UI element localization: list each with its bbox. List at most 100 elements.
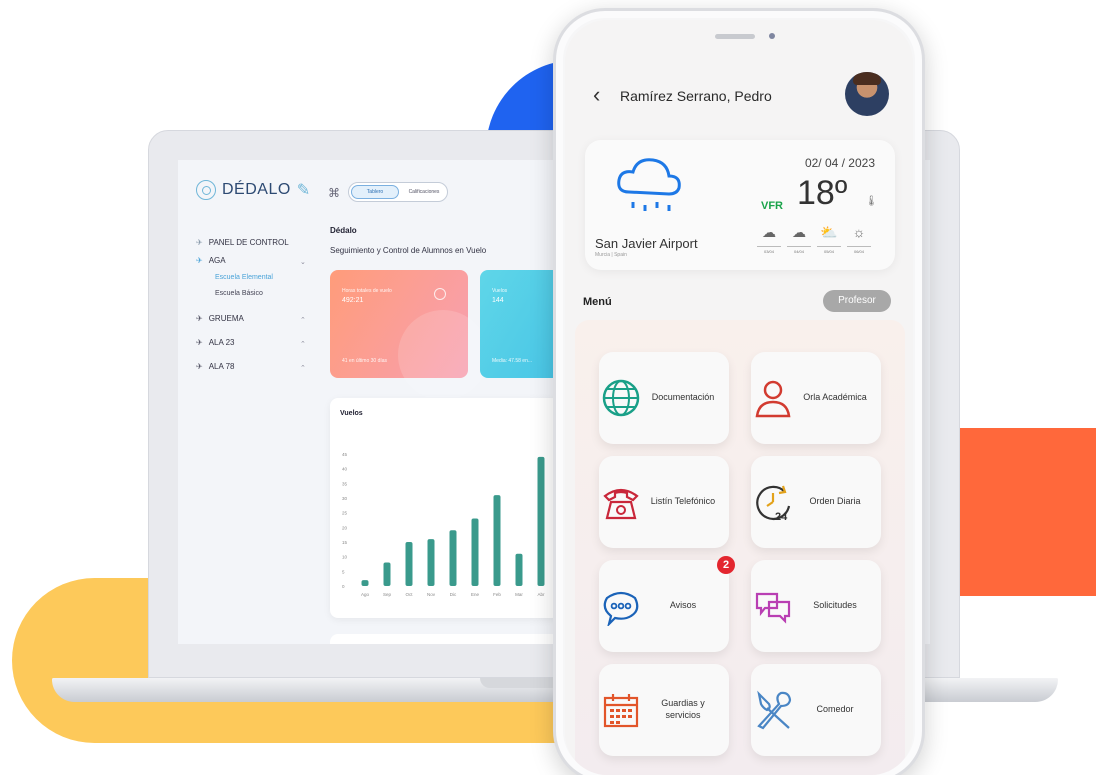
grid-icon[interactable]: ⌘: [328, 186, 340, 200]
bar-mar[interactable]: [515, 553, 523, 586]
tile-label: Documentación: [651, 392, 715, 403]
tile-label: Solicitudes: [813, 600, 857, 611]
back-arrow-icon[interactable]: ‹: [593, 84, 600, 106]
wind-cloud-icon: ☁: [792, 224, 806, 240]
y-tick-label: 15: [342, 540, 348, 545]
svg-text:24: 24: [775, 511, 788, 522]
calendar-icon: [599, 690, 643, 730]
avatar[interactable]: [845, 72, 889, 116]
app-title: Dédalo: [330, 226, 357, 235]
dedalo-logo[interactable]: DÉDALO ✎: [196, 180, 311, 200]
stage: DÉDALO ✎ ⌘ Tablero Calificaciones ✈ PANE…: [0, 0, 1096, 775]
forecast-date: 03/04: [757, 246, 781, 254]
y-tick-label: 30: [342, 496, 348, 501]
temperature: 18º: [797, 174, 848, 212]
y-tick-label: 25: [342, 511, 348, 516]
sidebar-item-aga[interactable]: ✈ AGA: [196, 256, 226, 265]
chevron-up-icon[interactable]: ⌃: [300, 364, 306, 372]
phone-speaker: [715, 34, 755, 39]
flights-chart-card: Vuelos 0 5 10 15 20 25 30 35 40 45 Ago Sep Oct Nov Dic…: [330, 398, 560, 618]
phone-icon: [599, 482, 643, 522]
role-badge[interactable]: Profesor: [823, 290, 891, 312]
forecast-day: ☼ 06/04: [847, 224, 871, 254]
forecast-date: 04/04: [787, 246, 811, 254]
tile-documentacion[interactable]: Documentación: [599, 352, 729, 444]
flights-bar-chart: 0 5 10 15 20 25 30 35 40 45 Ago Sep Oct Nov Dic Ene Feb M…: [342, 452, 545, 597]
vfr-status: VFR: [761, 200, 783, 212]
tab-tablero[interactable]: Tablero: [351, 185, 399, 199]
x-tick-label: Nov: [427, 592, 436, 597]
x-tick-label: Sep: [383, 592, 392, 597]
x-tick-label: Mar: [515, 592, 523, 597]
jet-icon: ✈: [196, 338, 203, 347]
sidebar-item-label: AGA: [208, 256, 226, 265]
sidebar-sub-escuela-elemental[interactable]: Escuela Elemental: [215, 274, 273, 281]
y-tick-label: 45: [342, 452, 348, 457]
forecast-day: ⛅ 05/04: [817, 224, 841, 254]
bar-feb[interactable]: [493, 495, 501, 586]
tile-comedor[interactable]: Comedor: [751, 664, 881, 756]
y-tick-label: 40: [342, 467, 348, 472]
clock-icon: [434, 288, 446, 300]
sidebar-item-ala23[interactable]: ✈ ALA 23: [196, 338, 235, 347]
y-tick-label: 10: [342, 555, 348, 560]
bar-sep[interactable]: [383, 562, 391, 586]
thermometer-icon: 🌡: [865, 196, 878, 207]
forecast-date: 06/04: [847, 246, 871, 254]
forecast-day: ☁ 03/04: [757, 224, 781, 254]
y-tick-label: 5: [342, 569, 345, 574]
sidebar-item-gruema[interactable]: ✈ GRUEMA: [196, 314, 244, 323]
utensils-icon: [751, 690, 795, 730]
forecast-day: ☁ 04/04: [787, 224, 811, 254]
tab-calificaciones[interactable]: Calificaciones: [401, 189, 447, 195]
globe-icon: [599, 378, 643, 418]
tile-listin-telefonico[interactable]: Listín Telefónico: [599, 456, 729, 548]
forecast-row: ☁ 03/04 ☁ 04/04 ⛅ 05/04 ☼ 06/04: [757, 224, 871, 254]
chevron-down-icon[interactable]: ⌄: [300, 258, 306, 266]
sidebar-item-label: GRUEMA: [208, 314, 244, 323]
notification-badge: 2: [717, 556, 735, 574]
tile-orden-diaria[interactable]: 24 Orden Diaria: [751, 456, 881, 548]
sidebar-item-ala78[interactable]: ✈ ALA 78: [196, 362, 235, 371]
kpi-footer: 41 en último 30 días: [342, 358, 388, 364]
aircraft-icon: ✈: [196, 256, 203, 265]
bar-dic[interactable]: [449, 530, 457, 586]
chat-bubble-icon: [599, 586, 643, 626]
tile-orla-academica[interactable]: Orla Académica: [751, 352, 881, 444]
tile-label: Guardias y servicios: [661, 698, 705, 720]
app-subtitle: Seguimiento y Control de Alumnos en Vuel…: [330, 246, 487, 255]
y-tick-label: 20: [342, 525, 348, 530]
x-tick-label: Dic: [450, 592, 457, 597]
tile-label: Listín Telefónico: [650, 496, 716, 507]
sidebar-item-panel[interactable]: ✈ PANEL DE CONTROL: [196, 238, 289, 247]
bar-nov[interactable]: [427, 539, 435, 586]
chat-requests-icon: [751, 586, 795, 626]
tile-avisos[interactable]: Avisos: [599, 560, 729, 652]
sidebar-item-label: ALA 23: [208, 338, 235, 347]
next-card: [330, 634, 560, 644]
x-tick-label: Abr: [537, 592, 545, 597]
kpi-flight-hours-card[interactable]: Horas totales de vuelo 492:21 41 en últi…: [330, 270, 488, 400]
sidebar-sub-escuela-basico[interactable]: Escuela Básico: [215, 290, 263, 297]
bar-ene[interactable]: [471, 518, 479, 586]
sun-rain-icon: ⛅: [820, 224, 838, 240]
phone-camera: [769, 33, 775, 39]
plane-icon: ✈: [196, 362, 203, 371]
control-panel-icon: ✈: [196, 238, 203, 247]
tile-guardias-servicios[interactable]: Guardias y servicios: [599, 664, 729, 756]
phone-screen: ‹ Ramírez Serrano, Pedro 02/ 04 / 2023 V…: [565, 20, 913, 775]
chevron-up-icon[interactable]: ⌃: [300, 316, 306, 324]
kpi-bubble-decor: [398, 310, 488, 400]
bar-oct[interactable]: [405, 542, 413, 586]
chevron-up-icon[interactable]: ⌃: [300, 340, 306, 348]
airport-name: San Javier Airport: [595, 236, 698, 251]
tile-label: Orden Diaria: [809, 496, 861, 507]
bar-abr[interactable]: [537, 456, 545, 586]
tile-solicitudes[interactable]: Solicitudes: [751, 560, 881, 652]
x-tick-label: Ene: [471, 592, 480, 597]
view-toggle[interactable]: Tablero Calificaciones: [348, 182, 448, 202]
bar-ago[interactable]: [361, 580, 369, 586]
weather-card: 02/ 04 / 2023 VFR 18º 🌡 San Javier Airpo…: [585, 140, 895, 270]
sidebar-item-label: PANEL DE CONTROL: [208, 238, 289, 247]
tile-label: Comedor: [816, 704, 854, 715]
